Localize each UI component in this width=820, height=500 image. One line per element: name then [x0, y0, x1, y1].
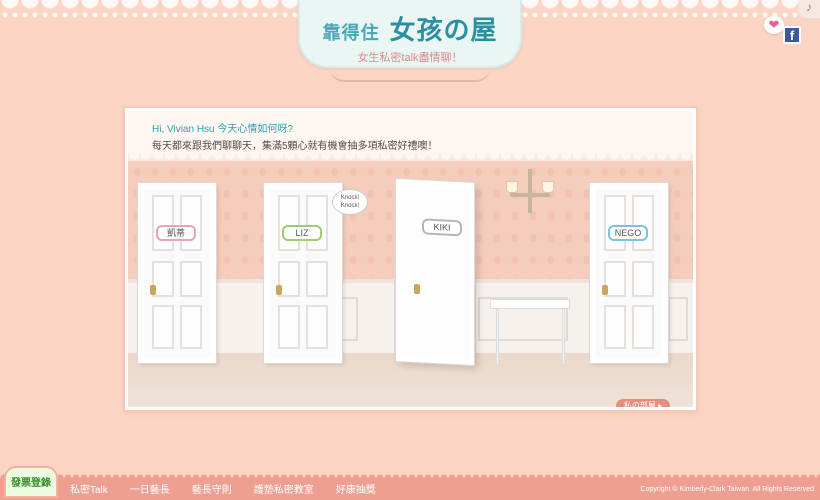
nameplate-liz[interactable]: LIZ	[282, 225, 322, 241]
nameplate-nego[interactable]: NEGO	[608, 225, 648, 241]
nameplate-kiki[interactable]: KIKI	[422, 218, 462, 237]
door-panel	[400, 295, 422, 332]
door-panel	[180, 261, 202, 297]
table-top	[490, 299, 570, 309]
door-panel	[180, 195, 202, 251]
door-panel	[400, 331, 422, 368]
greeting-info: 每天都來跟我們聊聊天，集滿5顆心就有機會抽多項私密好禮噢！	[152, 141, 438, 152]
door-panel	[306, 195, 328, 251]
door-knob	[276, 285, 282, 295]
door-panel	[306, 261, 328, 297]
nav-item-classroom[interactable]: 護墊私密教室	[254, 481, 314, 496]
door-panel	[278, 195, 300, 251]
door-panel	[632, 195, 654, 251]
door-panel	[180, 305, 202, 349]
door-panel	[278, 305, 300, 349]
greeting-text: Hi, Vivian Hsu 今天心情如何呀?	[152, 124, 293, 135]
door-panel	[604, 195, 626, 251]
door-panel	[306, 305, 328, 349]
sconce-shade	[506, 181, 518, 193]
logo-swirl-decoration	[330, 68, 490, 82]
table-leg	[562, 309, 565, 365]
door-knob	[602, 285, 608, 295]
my-room-button[interactable]: 私の部屋 ▸	[616, 399, 670, 407]
table-leg	[496, 309, 499, 365]
music-note-icon[interactable]: ♪	[798, 0, 820, 18]
logo-title-main: 女孩の屋	[389, 16, 498, 46]
door-knob	[414, 283, 420, 295]
facebook-icon[interactable]: f	[783, 26, 801, 44]
door-panel	[400, 367, 422, 407]
logo-title-prefix: 靠得住	[322, 23, 380, 44]
sconce-shade	[542, 181, 554, 193]
door-panel	[152, 305, 174, 349]
door-kiki[interactable]: KIKI	[396, 178, 474, 368]
wall-sconce	[506, 163, 554, 215]
door-panel	[632, 261, 654, 297]
door-panel	[152, 195, 174, 251]
nav-item-rules[interactable]: 藝長守則	[192, 481, 232, 496]
copyright-text: Copyright © Kimberly-Clark Taiwan. All R…	[640, 486, 814, 493]
console-table	[490, 299, 570, 365]
door-panel	[604, 305, 626, 349]
room-frame: Hi, Vivian Hsu 今天心情如何呀? 每天都來跟我們聊聊天，集滿5顆心…	[125, 108, 696, 410]
nav-item-one-day[interactable]: 一日藝長	[130, 481, 170, 496]
door-kitty[interactable]: 凱蒂	[138, 183, 216, 363]
knock-bubble: Knock! Knock!	[332, 189, 368, 215]
wall-panel	[668, 297, 688, 341]
nameplate-kitty[interactable]: 凱蒂	[156, 225, 196, 241]
door-nego[interactable]: NEGO	[590, 183, 668, 363]
site-logo[interactable]: 靠得住 女孩の屋 女生私密talk盡情聊！	[298, 0, 522, 68]
door-panel	[632, 305, 654, 349]
sconce-stem	[528, 169, 532, 213]
door-panel	[400, 183, 422, 240]
sconce-arm	[510, 193, 550, 197]
logo-subtitle: 女生私密talk盡情聊！	[357, 52, 463, 64]
greeting-bar: Hi, Vivian Hsu 今天心情如何呀? 每天都來跟我們聊聊天，集滿5顆心…	[128, 111, 693, 160]
logo-title: 靠得住 女孩の屋	[300, 10, 520, 47]
door-liz[interactable]: LIZ	[264, 183, 342, 363]
nav-item-lottery[interactable]: 好康抽獎	[336, 481, 376, 496]
invoice-register-button[interactable]: 發票登錄	[4, 466, 58, 498]
bottom-nav: 私密Talk 一日藝長 藝長守則 護墊私密教室 好康抽獎	[70, 481, 398, 496]
door-knob	[150, 285, 156, 295]
nav-item-talk[interactable]: 私密Talk	[70, 481, 108, 496]
heart-icon[interactable]: ❤	[764, 16, 784, 34]
